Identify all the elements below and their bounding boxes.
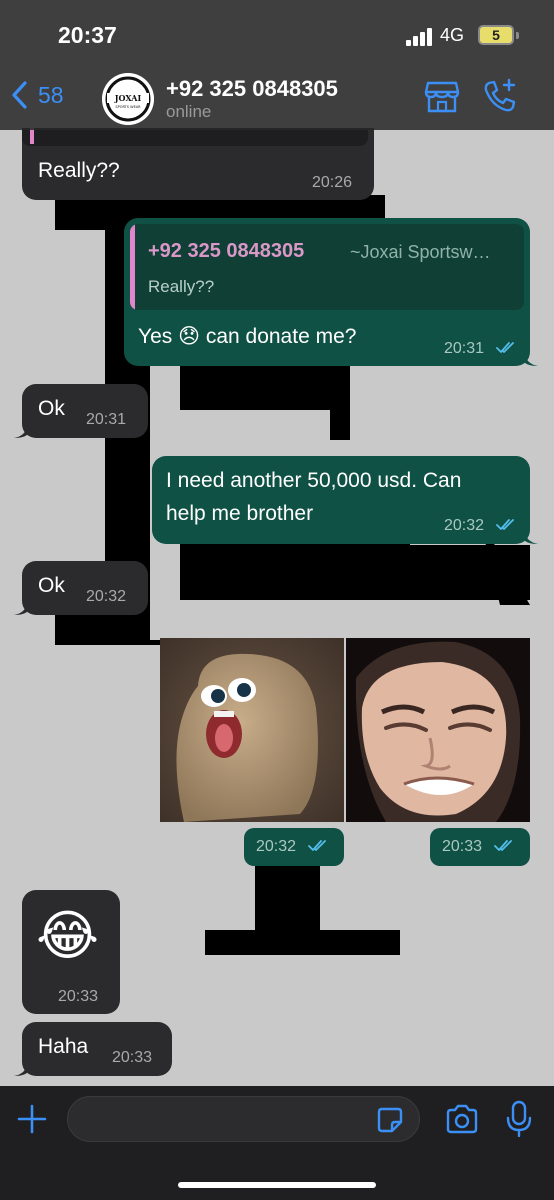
read-receipt-icon bbox=[496, 342, 514, 353]
plus-icon[interactable] bbox=[16, 1103, 48, 1135]
message-bubble-incoming[interactable]: Ok 20:32 bbox=[22, 561, 148, 615]
image-timestamp-chip: 20:33 bbox=[430, 828, 530, 866]
svg-text:SPORTS WEAR: SPORTS WEAR bbox=[115, 105, 141, 109]
message-text-line-1: I need another 50,000 usd. Can bbox=[166, 469, 462, 492]
quote-text: Really?? bbox=[148, 277, 215, 296]
message-time: 20:33 bbox=[58, 988, 99, 1005]
image-timestamp-chip: 20:32 bbox=[244, 828, 344, 866]
message-bubble-incoming[interactable]: Ok 20:31 bbox=[22, 384, 148, 438]
status-bar: 20:37 4G 5 bbox=[0, 0, 554, 60]
microphone-icon[interactable] bbox=[506, 1100, 532, 1138]
message-bubble-incoming[interactable]: 😂 20:33 bbox=[22, 890, 120, 1014]
joxai-logo-icon: JOXAI SPORTS WEAR bbox=[102, 73, 154, 125]
emoji-message: 😂 bbox=[36, 906, 100, 966]
message-time: 20:32 bbox=[256, 838, 297, 855]
message-time: 20:31 bbox=[444, 340, 485, 357]
cellular-signal-icon bbox=[406, 28, 432, 46]
message-time: 20:31 bbox=[86, 411, 127, 428]
message-time: 20:33 bbox=[442, 838, 483, 855]
quote-author: +92 325 0848305 bbox=[148, 240, 305, 262]
battery-icon: 5 bbox=[478, 25, 514, 45]
business-store-icon[interactable] bbox=[424, 80, 460, 114]
message-bubble-outgoing[interactable]: +92 325 0848305 ~Joxai Sportsw… Really??… bbox=[124, 218, 530, 366]
back-button[interactable]: 58 bbox=[10, 80, 64, 110]
svg-text:JOXAI: JOXAI bbox=[114, 93, 142, 103]
message-time: 20:32 bbox=[444, 517, 485, 534]
status-time: 20:37 bbox=[58, 22, 117, 48]
message-input[interactable] bbox=[67, 1096, 420, 1142]
read-receipt-icon bbox=[494, 840, 512, 851]
read-receipt-icon bbox=[496, 519, 514, 530]
contact-name[interactable]: +92 325 0848305 bbox=[166, 76, 338, 102]
battery-cap bbox=[516, 32, 519, 39]
message-text: Really?? bbox=[38, 159, 120, 182]
message-bubble-incoming[interactable]: Haha 20:33 bbox=[22, 1022, 172, 1076]
previous-quote-stub bbox=[22, 128, 368, 146]
camera-icon[interactable] bbox=[445, 1104, 479, 1134]
quote-business-name: ~Joxai Sportsw… bbox=[350, 242, 491, 262]
message-text-line-2: help me brother bbox=[166, 502, 314, 525]
message-time: 20:26 bbox=[312, 174, 353, 191]
message-composer bbox=[0, 1086, 554, 1200]
message-text: Ok bbox=[38, 574, 65, 597]
battery-level: 5 bbox=[492, 27, 500, 43]
home-indicator bbox=[178, 1182, 376, 1188]
message-text: Ok bbox=[38, 397, 65, 420]
sticker-icon[interactable] bbox=[376, 1106, 404, 1134]
avatar[interactable]: JOXAI SPORTS WEAR bbox=[102, 73, 154, 125]
message-text: Yes 😞 can donate me? bbox=[138, 325, 357, 348]
read-receipt-icon bbox=[308, 840, 326, 851]
chevron-left-icon bbox=[12, 81, 27, 109]
message-time: 20:32 bbox=[86, 588, 127, 605]
unread-count: 58 bbox=[38, 81, 64, 108]
potato-face-image bbox=[160, 638, 344, 822]
man-squinting-image bbox=[346, 638, 530, 822]
image-message-man[interactable] bbox=[346, 638, 530, 822]
quote-accent-bar bbox=[130, 224, 135, 310]
message-time: 20:33 bbox=[112, 1049, 153, 1066]
message-text: Haha bbox=[38, 1035, 89, 1058]
message-bubble-outgoing[interactable]: I need another 50,000 usd. Can help me b… bbox=[152, 456, 530, 544]
previous-quote-bar bbox=[30, 128, 34, 144]
add-call-icon[interactable] bbox=[482, 78, 518, 114]
quoted-message[interactable]: +92 325 0848305 ~Joxai Sportsw… Really?? bbox=[130, 224, 524, 310]
network-type: 4G bbox=[440, 25, 465, 45]
image-message-potato[interactable] bbox=[160, 638, 344, 822]
contact-status: online bbox=[166, 102, 212, 121]
